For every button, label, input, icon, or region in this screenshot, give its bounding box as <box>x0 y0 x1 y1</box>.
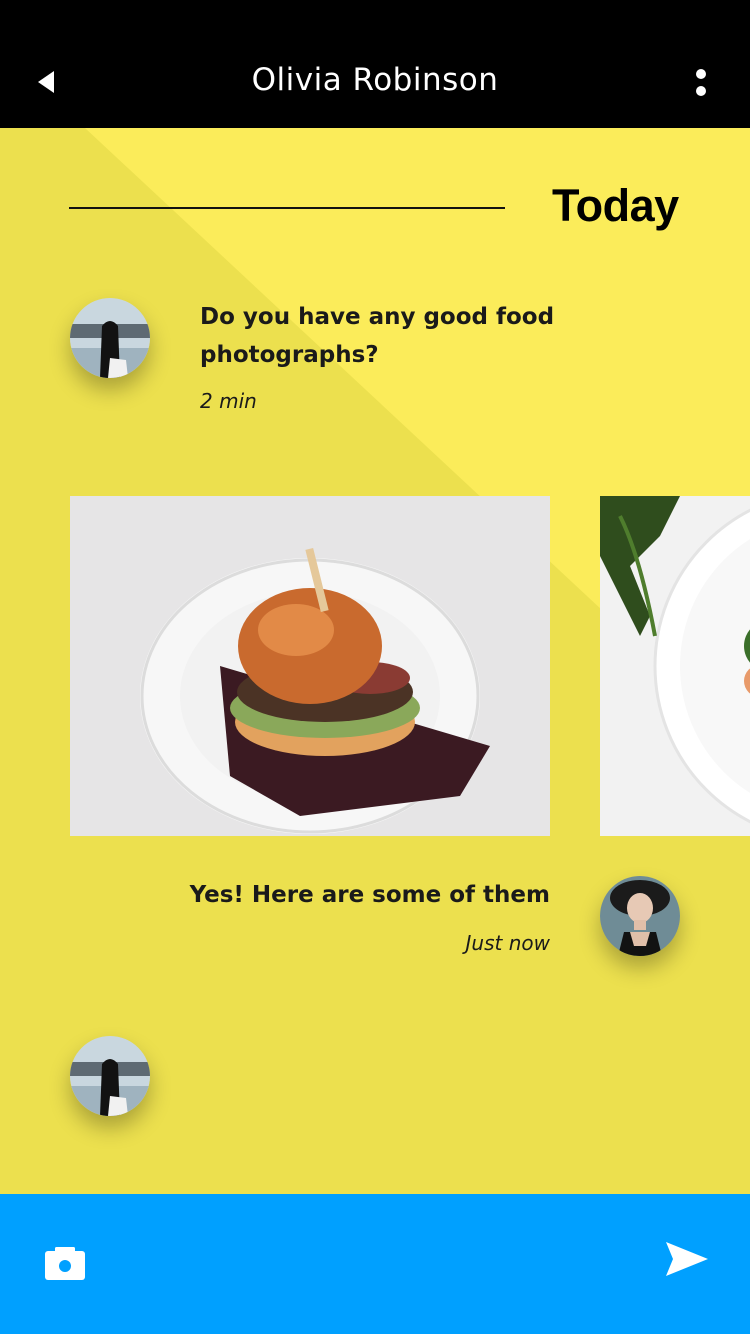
message-time: 2 min <box>200 389 257 413</box>
chat-thread[interactable]: Today Do you have any good food photogra… <box>0 128 750 1194</box>
send-icon[interactable] <box>666 1242 708 1276</box>
avatar-olivia[interactable] <box>70 1036 150 1116</box>
contact-name: Olivia Robinson <box>251 62 499 98</box>
message-text: Do you have any good food photographs? <box>200 304 555 368</box>
top-bar: Olivia Robinson <box>0 0 750 128</box>
more-vertical-icon[interactable] <box>688 66 714 102</box>
message-time: Just now <box>465 931 550 955</box>
date-separator: Today <box>552 180 679 231</box>
message-text: Yes! Here are some of them <box>189 882 550 908</box>
avatar-me[interactable] <box>600 876 680 956</box>
salad-photo[interactable] <box>600 496 750 836</box>
burger-photo[interactable] <box>70 496 550 836</box>
date-divider-line <box>69 207 505 209</box>
camera-icon[interactable] <box>44 1247 86 1281</box>
compose-bar <box>0 1194 750 1334</box>
avatar-olivia[interactable] <box>70 298 150 378</box>
